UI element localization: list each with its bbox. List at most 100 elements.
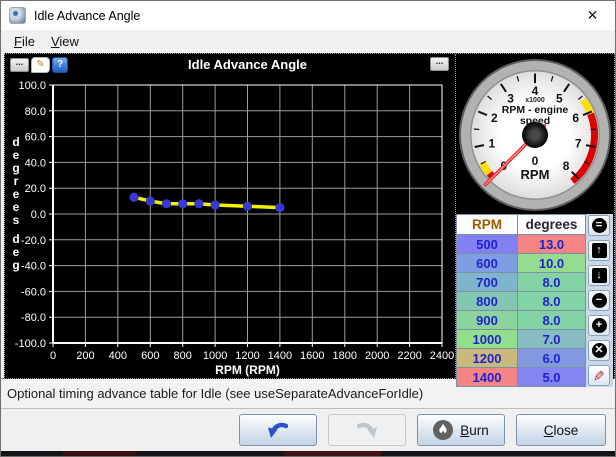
svg-text:1: 1 — [488, 137, 495, 151]
burn-label: Burn — [460, 423, 489, 438]
svg-text:-60.0: -60.0 — [21, 286, 46, 298]
help-icon[interactable]: ? — [52, 57, 68, 73]
decrement-button-glyph: ↓ — [592, 268, 607, 283]
chart-options-button[interactable]: ... — [430, 57, 449, 71]
svg-text:2200: 2200 — [397, 350, 421, 362]
table-view-button[interactable]: ... — [10, 58, 29, 72]
rpm-cell[interactable]: 700 — [457, 273, 518, 292]
menu-bar: File View — [1, 30, 615, 52]
title-bar: Idle Advance Angle ✕ — [1, 1, 615, 30]
background-app-strip — [1, 451, 615, 456]
svg-text:8: 8 — [562, 159, 569, 173]
redo-icon — [355, 420, 379, 440]
increment-button[interactable]: ↑ — [588, 240, 610, 261]
degrees-cell[interactable]: 8.0 — [518, 273, 586, 292]
svg-text:d: d — [12, 232, 19, 246]
rpm-cell[interactable]: 1200 — [457, 349, 518, 368]
degrees-cell[interactable]: 6.0 — [518, 349, 586, 368]
rpm-cell[interactable]: 900 — [457, 311, 518, 330]
svg-text:6: 6 — [572, 111, 579, 125]
undo-button[interactable] — [239, 414, 317, 446]
table-row: 9008.0 — [457, 311, 586, 330]
svg-text:g: g — [12, 161, 19, 175]
rpm-cell[interactable]: 1400 — [457, 368, 518, 387]
svg-text:e: e — [13, 187, 20, 201]
svg-text:x1000: x1000 — [525, 97, 545, 104]
svg-text:g: g — [12, 258, 19, 272]
svg-text:4: 4 — [531, 84, 538, 98]
degrees-cell[interactable]: 8.0 — [518, 311, 586, 330]
rpm-column-header: RPM — [457, 215, 518, 235]
burn-flame-icon — [433, 420, 453, 440]
table-row: 7008.0 — [457, 273, 586, 292]
editor-area: 0200400600800100012001400160018002000220… — [4, 53, 615, 379]
table-body: 50013.060010.07008.08008.09008.010007.01… — [457, 235, 586, 387]
rpm-cell[interactable]: 1000 — [457, 330, 518, 349]
idle-advance-window: Idle Advance Angle ✕ File View 020040060… — [0, 0, 616, 457]
dialog-content: 0200400600800100012001400160018002000220… — [1, 52, 615, 378]
svg-text:d: d — [12, 135, 19, 149]
table-row: 12006.0 — [457, 349, 586, 368]
increment-button-glyph: ↑ — [592, 243, 607, 258]
menu-view[interactable]: View — [43, 32, 87, 51]
chart-panel: 0200400600800100012001400160018002000220… — [5, 54, 455, 378]
decrement-button[interactable]: ↓ — [588, 265, 610, 286]
svg-text:1400: 1400 — [268, 350, 292, 362]
degrees-cell[interactable]: 8.0 — [518, 292, 586, 311]
svg-text:-100.0: -100.0 — [15, 338, 46, 350]
svg-text:0.0: 0.0 — [31, 209, 46, 221]
subtract-button[interactable]: − — [588, 290, 610, 311]
menu-file[interactable]: File — [6, 32, 43, 51]
window-close-button[interactable]: ✕ — [570, 1, 615, 30]
pencil-glyph: ✎ — [36, 59, 44, 70]
redo-button[interactable] — [328, 414, 406, 446]
rpm-gauge: 012345678x1000RPM - enginespeed0RPM — [456, 54, 613, 214]
multiply-button[interactable]: ✕ — [588, 340, 610, 361]
svg-text:e: e — [13, 200, 20, 214]
rpm-cell[interactable]: 600 — [457, 254, 518, 273]
svg-text:80.0: 80.0 — [25, 106, 46, 118]
svg-text:-40.0: -40.0 — [21, 261, 46, 273]
burn-button[interactable]: Burn — [417, 414, 505, 446]
add-button-glyph: + — [592, 318, 607, 333]
set-value-button[interactable]: = — [588, 215, 610, 236]
svg-text:e: e — [13, 245, 20, 259]
chart-canvas[interactable]: 0200400600800100012001400160018002000220… — [5, 54, 455, 378]
svg-text:7: 7 — [574, 137, 581, 151]
table-row: 10007.0 — [457, 330, 586, 349]
table-row: 14005.0 — [457, 368, 586, 387]
degrees-cell[interactable]: 5.0 — [518, 368, 586, 387]
table-header-row: RPM degrees — [457, 215, 586, 235]
svg-text:2400: 2400 — [430, 350, 454, 362]
degrees-cell[interactable]: 7.0 — [518, 330, 586, 349]
rpm-cell[interactable]: 500 — [457, 235, 518, 254]
table-row: 50013.0 — [457, 235, 586, 254]
set-value-button-glyph: = — [592, 218, 607, 233]
svg-text:200: 200 — [76, 350, 94, 362]
svg-text:1200: 1200 — [235, 350, 259, 362]
right-panel: 012345678x1000RPM - enginespeed0RPM RPM … — [455, 54, 613, 378]
svg-text:400: 400 — [109, 350, 127, 362]
rpm-cell[interactable]: 800 — [457, 292, 518, 311]
table-row: 8008.0 — [457, 292, 586, 311]
edit-pencil-icon[interactable]: ✎ — [31, 57, 50, 73]
svg-text:2000: 2000 — [365, 350, 389, 362]
svg-text:-20.0: -20.0 — [21, 235, 46, 247]
degrees-cell[interactable]: 13.0 — [518, 235, 586, 254]
svg-text:2: 2 — [490, 111, 497, 125]
add-button[interactable]: + — [588, 315, 610, 336]
svg-text:40.0: 40.0 — [25, 157, 46, 169]
degrees-cell[interactable]: 10.0 — [518, 254, 586, 273]
svg-text:800: 800 — [174, 350, 192, 362]
edit-cell-button-glyph: ✎ — [593, 369, 605, 383]
multiply-button-glyph: ✕ — [592, 343, 607, 358]
svg-text:r: r — [14, 174, 19, 188]
svg-text:Idle Advance Angle: Idle Advance Angle — [188, 57, 307, 72]
app-icon — [9, 7, 26, 24]
close-label: Close — [544, 423, 579, 438]
edit-cell-button[interactable]: ✎ — [588, 365, 610, 386]
svg-text:RPM (RPM): RPM (RPM) — [215, 363, 280, 377]
close-button[interactable]: Close — [516, 414, 606, 446]
degrees-column-header: degrees — [518, 215, 586, 235]
svg-text:RPM: RPM — [520, 167, 549, 182]
